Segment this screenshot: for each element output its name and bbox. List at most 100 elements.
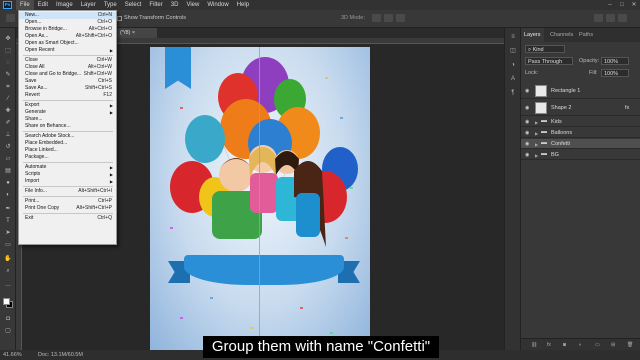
file-menu-item[interactable]: New... Ctrl+N bbox=[19, 12, 116, 19]
expand-chevron-icon[interactable]: ▶ bbox=[535, 153, 538, 158]
layer-row[interactable]: ◉ ▶ ▬ Confetti bbox=[521, 139, 640, 149]
file-menu-item[interactable]: Open Recent ▶ bbox=[19, 47, 116, 54]
eye-icon[interactable]: ◉ bbox=[525, 88, 529, 94]
menu-help[interactable]: Help bbox=[233, 0, 253, 10]
blend-mode-select[interactable]: Pass Through bbox=[525, 57, 573, 65]
file-menu-item[interactable]: Open... Ctrl+O bbox=[19, 19, 116, 26]
dodge-tool-icon[interactable]: ◐ bbox=[4, 192, 12, 199]
menu-view[interactable]: View bbox=[182, 0, 203, 10]
zoom-tool-icon[interactable]: ⌕ bbox=[4, 268, 12, 275]
brush-tool-icon[interactable]: ✐ bbox=[4, 120, 12, 127]
expand-chevron-icon[interactable]: ▶ bbox=[535, 131, 538, 136]
file-menu-item[interactable]: Search Adobe Stock... bbox=[19, 133, 116, 140]
layer-row[interactable]: ◉ Rectangle 1 bbox=[521, 83, 640, 99]
file-menu-item[interactable]: Close Ctrl+W bbox=[19, 57, 116, 64]
document-tab[interactable]: (*/8) × bbox=[117, 28, 157, 38]
gradient-tool-icon[interactable]: ▤ bbox=[4, 168, 12, 175]
menu-image[interactable]: Image bbox=[52, 0, 77, 10]
menu-file[interactable]: File bbox=[16, 0, 34, 10]
file-menu-item[interactable]: Import ▶ bbox=[19, 178, 116, 185]
layer-mask-icon[interactable]: ◙ bbox=[563, 342, 566, 348]
fx-badge[interactable]: fx bbox=[625, 105, 629, 111]
eye-icon[interactable]: ◉ bbox=[525, 152, 529, 158]
link-layers-icon[interactable]: ⛓ bbox=[531, 342, 537, 348]
file-menu-item[interactable]: Open As... Alt+Shift+Ctrl+O bbox=[19, 33, 116, 40]
minimize-button[interactable]: – bbox=[604, 0, 616, 10]
menu-type[interactable]: Type bbox=[100, 0, 121, 10]
3d-roll-icon[interactable] bbox=[384, 14, 393, 22]
pen-tool-icon[interactable]: ✒ bbox=[4, 206, 12, 213]
file-menu-item[interactable]: Exit Ctrl+Q bbox=[19, 215, 116, 222]
adjustment-layer-icon[interactable]: ◐ bbox=[579, 342, 582, 348]
workspace-icon[interactable] bbox=[606, 14, 615, 22]
file-menu-item[interactable]: Save Ctrl+S bbox=[19, 78, 116, 85]
blur-tool-icon[interactable]: ● bbox=[4, 180, 12, 187]
menu-3d[interactable]: 3D bbox=[167, 0, 183, 10]
opacity-input[interactable]: 100% bbox=[601, 57, 629, 65]
clone-stamp-tool-icon[interactable]: ⊥ bbox=[4, 132, 12, 139]
eraser-tool-icon[interactable]: ▱ bbox=[4, 156, 12, 163]
3d-pan-icon[interactable] bbox=[396, 14, 405, 22]
eye-icon[interactable]: ◉ bbox=[525, 130, 529, 136]
menu-layer[interactable]: Layer bbox=[77, 0, 100, 10]
zoom-level[interactable]: 41.66% bbox=[3, 350, 22, 360]
path-select-tool-icon[interactable]: ➤ bbox=[4, 230, 12, 237]
tab-layers[interactable]: Layers bbox=[521, 28, 544, 42]
rectangle-tool-icon[interactable]: ▭ bbox=[4, 242, 12, 249]
adjustments-panel-icon[interactable]: ◑ bbox=[509, 62, 517, 69]
menu-edit[interactable]: Edit bbox=[34, 0, 52, 10]
quick-select-tool-icon[interactable]: ✎ bbox=[4, 72, 12, 79]
fx-icon[interactable]: fx bbox=[547, 342, 551, 348]
lasso-tool-icon[interactable]: ◌ bbox=[4, 60, 12, 67]
crop-tool-icon[interactable]: ⌗ bbox=[4, 84, 12, 91]
fill-input[interactable]: 100% bbox=[601, 69, 629, 77]
file-menu-item[interactable]: Export ▶ bbox=[19, 102, 116, 109]
show-transform-checkbox[interactable] bbox=[117, 16, 122, 21]
eye-icon[interactable]: ◉ bbox=[525, 141, 529, 147]
history-panel-icon[interactable]: ≡ bbox=[509, 34, 517, 41]
file-menu-item[interactable]: Generate ▶ bbox=[19, 109, 116, 116]
tab-channels[interactable]: Channels bbox=[547, 28, 576, 42]
search-icon[interactable] bbox=[594, 14, 603, 22]
more-tools-icon[interactable]: … bbox=[4, 282, 12, 289]
file-menu-item[interactable]: Revert F12 bbox=[19, 92, 116, 99]
menu-window[interactable]: Window bbox=[203, 0, 232, 10]
expand-chevron-icon[interactable]: ▶ bbox=[535, 142, 538, 147]
file-menu-item[interactable]: Open as Smart Object... bbox=[19, 40, 116, 47]
character-panel-icon[interactable]: A bbox=[509, 76, 517, 83]
paragraph-panel-icon[interactable]: ¶ bbox=[509, 90, 517, 97]
file-menu-item[interactable]: Scripts ▶ bbox=[19, 171, 116, 178]
screen-mode-icon[interactable]: ▢ bbox=[4, 328, 12, 335]
file-menu-item[interactable]: Save As... Shift+Ctrl+S bbox=[19, 85, 116, 92]
new-layer-icon[interactable]: ⊞ bbox=[611, 342, 615, 348]
move-tool-icon[interactable]: ✥ bbox=[4, 36, 12, 43]
close-window-button[interactable]: ✕ bbox=[628, 0, 640, 10]
tab-paths[interactable]: Paths bbox=[576, 28, 596, 42]
file-menu-item[interactable]: Print... Ctrl+P bbox=[19, 198, 116, 205]
file-menu-item[interactable]: Package... bbox=[19, 154, 116, 161]
layer-filter-select[interactable]: ⌕ Kind bbox=[525, 45, 565, 53]
3d-orbit-icon[interactable] bbox=[372, 14, 381, 22]
maximize-button[interactable]: □ bbox=[616, 0, 628, 10]
layer-row[interactable]: ◉ ▶ ▬ Kids bbox=[521, 117, 640, 127]
move-tool-icon[interactable] bbox=[6, 14, 15, 22]
file-menu-item[interactable]: Print One Copy Alt+Shift+Ctrl+P bbox=[19, 205, 116, 212]
trash-icon[interactable]: 🗑 bbox=[627, 342, 633, 348]
layer-row[interactable]: ◉ ▶ ▬ Balloons bbox=[521, 128, 640, 138]
file-menu-item[interactable]: Share... bbox=[19, 116, 116, 123]
hand-tool-icon[interactable]: ✋ bbox=[4, 256, 12, 263]
eye-icon[interactable]: ◉ bbox=[525, 119, 529, 125]
expand-chevron-icon[interactable]: ▶ bbox=[535, 120, 538, 125]
file-menu-item[interactable]: Automate ▶ bbox=[19, 164, 116, 171]
marquee-tool-icon[interactable]: ⬚ bbox=[4, 48, 12, 55]
foreground-color-swatch[interactable] bbox=[3, 298, 10, 305]
file-menu-item[interactable]: Place Embedded... bbox=[19, 140, 116, 147]
file-menu-item[interactable]: Close All Alt+Ctrl+W bbox=[19, 64, 116, 71]
menu-filter[interactable]: Filter bbox=[145, 0, 166, 10]
menu-select[interactable]: Select bbox=[121, 0, 146, 10]
properties-panel-icon[interactable]: ◫ bbox=[509, 48, 517, 55]
layer-row[interactable]: ◉ ▶ ▬ BG bbox=[521, 150, 640, 160]
file-menu-item[interactable]: Place Linked... bbox=[19, 147, 116, 154]
layer-row[interactable]: ◉ Shape 2 fx bbox=[521, 100, 640, 116]
eyedropper-tool-icon[interactable]: ⁄ bbox=[4, 96, 12, 103]
